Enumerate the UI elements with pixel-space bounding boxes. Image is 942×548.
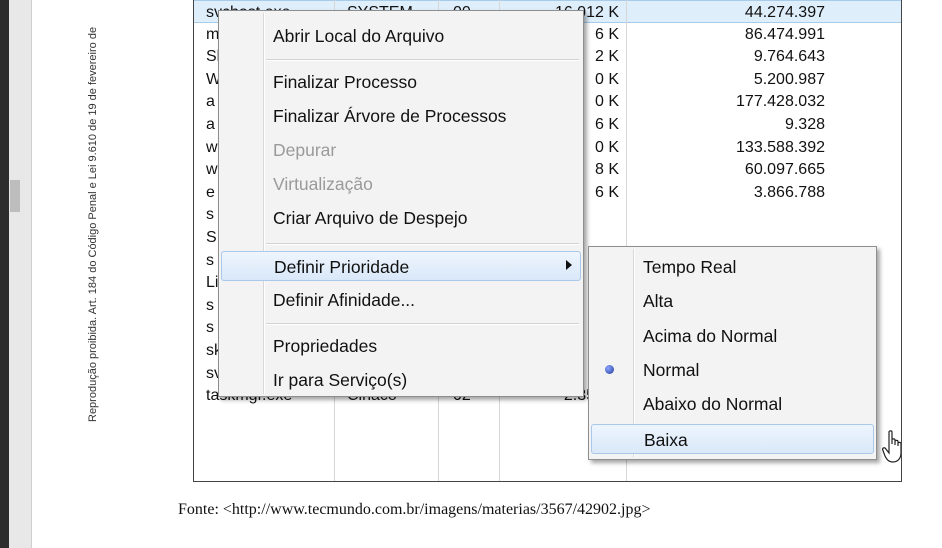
process-io-bytes: 9.764.643 [753, 48, 825, 66]
process-name: s [206, 251, 214, 269]
process-name: w [206, 138, 218, 156]
process-memory: 6 K [594, 25, 619, 43]
menu-item-label: Normal [643, 359, 700, 380]
document-left-border [0, 0, 9, 548]
process-name: s [206, 296, 214, 314]
context-menu-item[interactable]: Finalizar Árvore de Processos [221, 101, 581, 131]
menu-item-label: Acima do Normal [643, 325, 778, 346]
process-name: s [206, 206, 214, 224]
priority-submenu: Tempo Real Alta Acima do Normal Normal Abaix… [588, 246, 877, 460]
menu-item-label: Alta [643, 291, 674, 312]
menu-item-label: Definir Afinidade... [273, 290, 416, 310]
task-manager-screenshot: svchost.exeSYSTEM0016.012 K44.274.397m6 … [193, 0, 902, 482]
menu-item-label: Finalizar Processo [273, 72, 417, 92]
process-name: Li [206, 274, 219, 292]
priority-menu-item[interactable]: Normal [591, 355, 874, 385]
process-memory: 2 K [594, 48, 619, 66]
priority-menu-item[interactable]: Acima do Normal [591, 321, 874, 351]
context-menu-item: Depurar [221, 135, 581, 165]
figure-source-caption: Fonte: <http://www.tecmundo.com.br/image… [178, 501, 651, 518]
priority-menu-item[interactable]: Alta [591, 286, 874, 316]
process-io-bytes: 60.097.665 [744, 161, 825, 179]
menu-item-label: Ir para Serviço(s) [273, 370, 408, 390]
process-io-bytes: 5.200.987 [753, 70, 825, 88]
process-context-menu: Abrir Local do Arquivo Finalizar Processo… [218, 10, 584, 397]
process-io-bytes: 177.428.032 [736, 93, 825, 111]
priority-menu-item[interactable]: Tempo Real [591, 252, 874, 282]
menu-item-label: Propriedades [273, 336, 378, 356]
process-memory: 0 K [594, 70, 619, 88]
menu-item-label: Finalizar Árvore de Processos [273, 106, 507, 126]
hand-pointer-cursor-icon [882, 430, 901, 463]
process-name: s [206, 319, 214, 337]
menu-item-label: Abrir Local do Arquivo [273, 26, 445, 46]
process-name: a [206, 115, 215, 133]
menu-item-label: Definir Prioridade [274, 257, 410, 277]
menu-item-label: Criar Arquivo de Despejo [273, 208, 468, 228]
scrollbar-thumb[interactable] [10, 180, 20, 212]
context-menu-item[interactable]: Finalizar Processo [221, 67, 581, 97]
priority-menu-item[interactable]: Baixa [591, 423, 874, 454]
context-menu-item[interactable]: Criar Arquivo de Despejo [221, 203, 581, 233]
context-menu-item[interactable]: Definir Prioridade [221, 251, 581, 281]
process-io-bytes: 44.274.397 [744, 4, 825, 21]
copyright-side-note: Reprodução proibida. Art. 184 do Código … [87, 26, 99, 422]
menu-separator [266, 59, 579, 61]
menu-item-label: Depurar [273, 140, 337, 160]
process-name: a [206, 93, 215, 111]
document-scrollbar[interactable] [9, 0, 32, 548]
process-memory: 0 K [594, 93, 619, 111]
process-memory: 0 K [594, 138, 619, 156]
process-name: w [206, 161, 218, 179]
process-memory: 8 K [594, 161, 619, 179]
process-memory: 6 K [594, 183, 619, 201]
context-menu-item[interactable]: Abrir Local do Arquivo [221, 21, 581, 51]
process-io-bytes: 9.328 [784, 115, 825, 133]
process-name: e [206, 183, 215, 201]
process-io-bytes: 86.474.991 [744, 25, 825, 43]
radio-selected-icon [605, 364, 614, 374]
process-name: S [206, 228, 217, 246]
menu-separator [266, 243, 579, 245]
menu-item-label: Abaixo do Normal [643, 394, 783, 415]
context-menu-item[interactable]: Definir Afinidade... [221, 285, 581, 315]
menu-item-label: Virtualização [273, 174, 373, 194]
submenu-arrow-icon [566, 260, 572, 270]
process-memory: 6 K [594, 115, 619, 133]
context-menu-item[interactable]: Propriedades [221, 331, 581, 361]
process-io-bytes: 3.866.788 [753, 183, 825, 201]
priority-menu-item[interactable]: Abaixo do Normal [591, 389, 874, 419]
menu-separator [266, 323, 579, 325]
context-menu-item[interactable]: Ir para Serviço(s) [221, 365, 581, 395]
context-menu-item: Virtualização [221, 169, 581, 199]
menu-item-label: Baixa [644, 429, 688, 450]
process-io-bytes: 133.588.392 [736, 138, 825, 156]
menu-item-label: Tempo Real [643, 257, 737, 277]
